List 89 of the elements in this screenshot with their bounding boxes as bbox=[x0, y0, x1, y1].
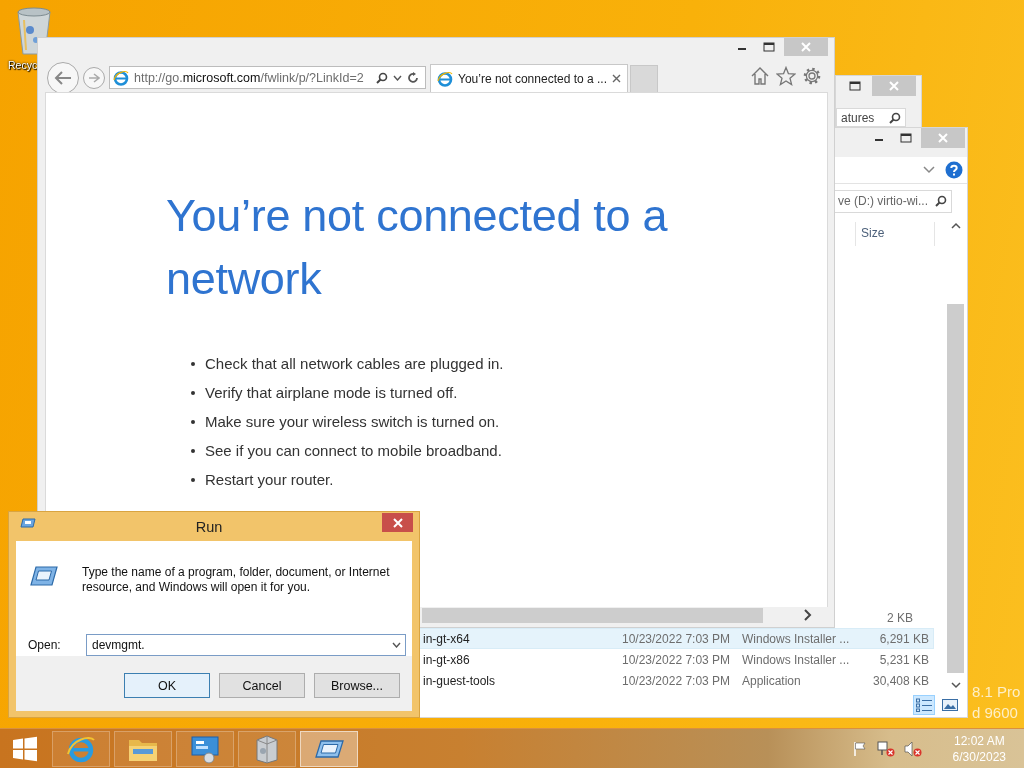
bullet-text: Verify that airplane mode is turned off. bbox=[205, 384, 458, 401]
picture-view-icon bbox=[942, 698, 958, 712]
refresh-icon[interactable] bbox=[407, 71, 419, 84]
dialog-title: Run bbox=[194, 518, 224, 535]
table-cell-text: Windows Installer ... bbox=[742, 652, 851, 667]
dialog-button[interactable]: Browse... bbox=[314, 673, 400, 698]
table-cell-text: 10/23/2022 7:03 PM bbox=[622, 652, 732, 667]
caret-icon[interactable] bbox=[392, 642, 401, 648]
page-icon bbox=[437, 70, 453, 87]
view-button[interactable] bbox=[913, 695, 935, 715]
network-error-icon[interactable] bbox=[876, 740, 895, 757]
search-icon[interactable] bbox=[376, 71, 388, 84]
instruction-text: Type the name of a program, folder, document, or Internet resource, and Windows will open it for you. bbox=[81, 565, 391, 596]
table-cell-text: Windows Installer ... bbox=[742, 631, 851, 646]
scroll-up-icon bbox=[950, 222, 961, 230]
home-button[interactable] bbox=[750, 66, 770, 86]
dialog-button[interactable]: OK bbox=[124, 673, 210, 698]
installer-box-icon bbox=[254, 733, 280, 764]
address-text: http://go.microsoft.com/fwlink/p/?LinkId=2 bbox=[134, 70, 365, 85]
run-icon bbox=[30, 565, 58, 587]
maximize-icon[interactable] bbox=[763, 42, 775, 52]
bullet-text: Restart your router. bbox=[205, 471, 334, 488]
bullet-icon bbox=[191, 477, 195, 482]
file-row[interactable]: in-guest-tools 10/23/2022 7:03 PM Application 30,408 KB bbox=[416, 670, 934, 691]
table-cell-text: 10/23/2022 7:03 PM bbox=[622, 631, 732, 646]
search-icon[interactable] bbox=[935, 195, 947, 207]
taskbar-app-button[interactable] bbox=[300, 730, 358, 767]
scrollbar-thumb[interactable] bbox=[422, 607, 763, 623]
table-cell-text: in-gt-x86 bbox=[423, 652, 471, 667]
search-field[interactable]: ve (D:) virtio-wi... bbox=[834, 189, 952, 213]
bullet-icon bbox=[191, 390, 195, 395]
column-header[interactable]: Size bbox=[855, 222, 935, 246]
table-cell-text: 2 KB bbox=[886, 610, 913, 625]
search-field[interactable]: atures bbox=[836, 108, 906, 127]
taskbar-app-button[interactable] bbox=[238, 730, 296, 767]
close-button[interactable] bbox=[382, 513, 413, 532]
maximize-icon bbox=[849, 81, 861, 91]
table-cell-text: 30,408 KB bbox=[871, 673, 929, 688]
field-label: Open: bbox=[28, 638, 62, 652]
bullet-text: Check that all network cables are plugged in. bbox=[205, 355, 504, 372]
browser-logo-icon bbox=[113, 69, 129, 86]
file-row[interactable]: 2 KB bbox=[837, 607, 934, 628]
table-cell-text: Application bbox=[742, 673, 802, 688]
scroll-right-icon bbox=[804, 609, 812, 621]
run-icon bbox=[20, 518, 36, 528]
clock-date: 6/30/2023 bbox=[952, 748, 1006, 765]
bullet-text: See if you can connect to mobile broadband. bbox=[205, 442, 502, 459]
home-icon bbox=[750, 66, 770, 86]
arrow-right-icon bbox=[88, 73, 100, 83]
taskbar-app-button[interactable] bbox=[114, 730, 172, 767]
input-field[interactable]: devmgmt. bbox=[86, 634, 406, 656]
control-panel-icon bbox=[189, 733, 221, 764]
caret-icon[interactable] bbox=[393, 74, 402, 81]
chevron-down-icon[interactable] bbox=[923, 166, 935, 174]
speaker-muted-icon[interactable] bbox=[903, 740, 922, 757]
table-cell-text: 10/23/2022 7:03 PM bbox=[622, 673, 732, 688]
windows-logo-icon bbox=[12, 735, 38, 762]
bullet-icon bbox=[191, 361, 195, 366]
bullet-text: Make sure your wireless switch is turned on. bbox=[205, 413, 500, 430]
details-view-icon bbox=[916, 698, 932, 712]
close-icon[interactable] bbox=[612, 74, 621, 83]
settings-button[interactable] bbox=[802, 66, 822, 86]
back-button[interactable] bbox=[47, 62, 79, 94]
dialog-button[interactable]: Cancel bbox=[219, 673, 305, 698]
watermark-text: 8.1 Pro bbox=[972, 683, 1021, 700]
table-cell-text: 5,231 KB bbox=[878, 652, 929, 667]
search-icon bbox=[889, 111, 901, 124]
bullet-icon bbox=[191, 419, 195, 424]
table-cell-text: in-gt-x64 bbox=[423, 631, 471, 646]
page-heading: You’re not connected to a network bbox=[166, 189, 669, 306]
clock-time: 12:02 AM bbox=[953, 732, 1005, 749]
browser-tab[interactable]: You’re not connected to a ... bbox=[430, 64, 628, 92]
table-cell-text: in-guest-tools bbox=[423, 673, 497, 688]
file-row[interactable]: in-gt-x86 10/23/2022 7:03 PM Windows Installer ... 5,231 KB bbox=[416, 649, 934, 670]
close-icon bbox=[889, 81, 899, 91]
arrow-left-icon bbox=[54, 71, 72, 85]
help-icon[interactable] bbox=[945, 161, 963, 179]
bullet-icon bbox=[191, 448, 195, 453]
watermark-text: d 9600 bbox=[972, 704, 1018, 721]
run-icon bbox=[314, 738, 344, 759]
favorites-button[interactable] bbox=[776, 66, 796, 86]
flag-icon[interactable] bbox=[851, 740, 868, 757]
taskbar-app-button[interactable] bbox=[176, 730, 234, 767]
settings-icon bbox=[802, 66, 822, 86]
address-field[interactable]: http://go.microsoft.com/fwlink/p/?LinkId=2 bbox=[109, 66, 426, 89]
scroll-down-icon bbox=[950, 681, 961, 689]
maximize-icon[interactable] bbox=[900, 133, 912, 143]
star-icon bbox=[776, 66, 796, 86]
table-cell-text: 6,291 KB bbox=[878, 631, 929, 646]
